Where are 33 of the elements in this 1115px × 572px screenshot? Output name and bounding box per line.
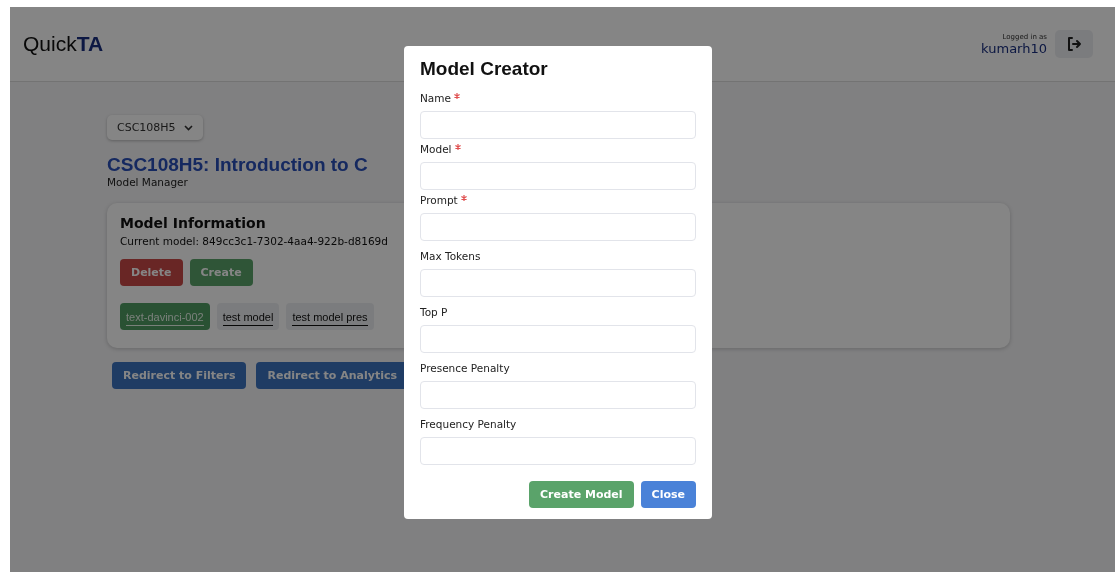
logo: QuickTA — [23, 32, 104, 56]
field-label: Name — [420, 92, 451, 104]
input-field[interactable] — [420, 381, 696, 409]
model-tab[interactable]: text-davinci-002 — [120, 303, 210, 330]
input-field[interactable] — [420, 111, 696, 139]
field-label: Presence Penalty — [420, 362, 510, 374]
course-title: CSC108H5: Introduction to C — [107, 154, 369, 176]
field-label: Model — [420, 143, 452, 155]
field-label: Frequency Penalty — [420, 418, 517, 430]
logout-button[interactable] — [1055, 30, 1093, 58]
input-field[interactable] — [420, 162, 696, 190]
current-model-text: Current model: 849cc3c1-7302-4aa4-922b-d8169d — [120, 235, 389, 247]
field-label: Top P — [420, 306, 448, 318]
redirect-button[interactable]: Redirect to Filters — [112, 362, 247, 389]
input-field[interactable] — [420, 437, 696, 465]
input-field[interactable] — [420, 269, 696, 297]
model-tab[interactable]: test model — [216, 303, 280, 330]
page-subtitle: Model Manager — [107, 176, 189, 188]
logout-icon — [1066, 36, 1082, 52]
action-button[interactable]: Delete — [120, 259, 183, 286]
model-tab[interactable]: test model pres — [286, 303, 374, 330]
username: kumarh10 — [981, 40, 1047, 56]
input-field[interactable] — [420, 213, 696, 241]
input-field[interactable] — [420, 325, 696, 353]
field-label: Prompt — [420, 194, 458, 206]
dialog-title: Model Creator — [420, 58, 549, 80]
field-label: Max Tokens — [420, 250, 481, 262]
dialog-button[interactable]: Create Model — [529, 481, 634, 508]
dialog-button[interactable]: Close — [640, 481, 696, 508]
card-title: Model Information — [120, 215, 266, 231]
chevron-down-icon — [183, 124, 193, 131]
course-dropdown[interactable]: CSC108H5 — [107, 115, 203, 140]
action-button[interactable]: Create — [189, 259, 253, 286]
